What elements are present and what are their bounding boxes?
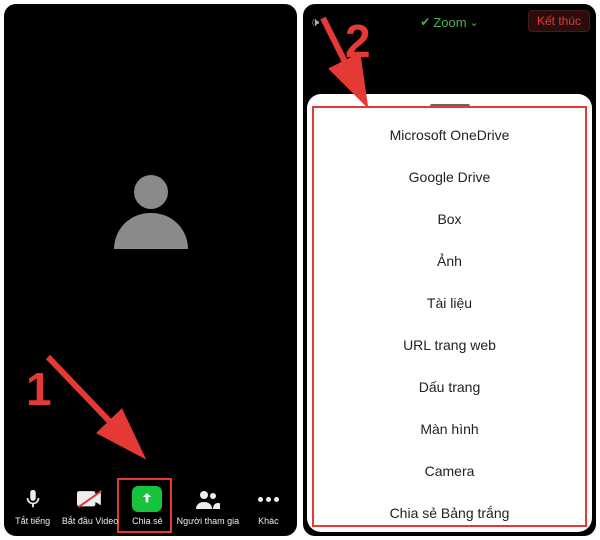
more-label: Khác <box>258 516 279 526</box>
mute-label: Tắt tiếng <box>15 516 50 526</box>
participants-icon <box>195 486 221 512</box>
person-icon <box>109 175 193 259</box>
chevron-down-icon: ⌄ <box>470 16 479 29</box>
camera-off-icon <box>77 486 103 512</box>
share-option-url[interactable]: URL trang web <box>307 324 592 366</box>
mute-button[interactable]: Tắt tiếng <box>9 486 57 526</box>
video-label: Bắt đầu Video <box>62 516 118 526</box>
participants-label: Người tham gia <box>177 516 239 526</box>
share-sheet: Microsoft OneDrive Google Drive Box Ảnh … <box>307 94 592 532</box>
share-option-bookmark[interactable]: Dấu trang <box>307 366 592 408</box>
share-option-photos[interactable]: Ảnh <box>307 240 592 282</box>
annotation-arrow-2 <box>311 12 401 117</box>
share-option-whiteboard[interactable]: Chia sẻ Bảng trắng <box>307 492 592 534</box>
share-option-box[interactable]: Box <box>307 198 592 240</box>
annotation-arrow-1 <box>42 351 162 476</box>
shield-icon: ✔ <box>420 15 430 29</box>
more-button[interactable]: Khác <box>244 486 292 526</box>
bottom-toolbar: Tắt tiếng Bắt đầu Video Chia sẻ Người th… <box>4 482 297 532</box>
share-option-list: Microsoft OneDrive Google Drive Box Ảnh … <box>307 114 592 534</box>
share-label: Chia sẻ <box>132 516 163 526</box>
share-option-documents[interactable]: Tài liệu <box>307 282 592 324</box>
share-option-onedrive[interactable]: Microsoft OneDrive <box>307 114 592 156</box>
share-button[interactable]: Chia sẻ <box>123 486 171 526</box>
more-icon <box>255 486 281 512</box>
share-icon <box>132 486 162 512</box>
zoom-dropdown[interactable]: ✔ Zoom ⌄ <box>420 15 479 30</box>
share-option-screen[interactable]: Màn hình <box>307 408 592 450</box>
participant-avatar <box>109 175 193 259</box>
share-option-googledrive[interactable]: Google Drive <box>307 156 592 198</box>
sheet-handle[interactable] <box>430 104 470 108</box>
mic-icon <box>20 486 46 512</box>
share-option-camera[interactable]: Camera <box>307 450 592 492</box>
zoom-label: Zoom <box>433 15 466 30</box>
right-screen: 🕩 ✔ Zoom ⌄ Kết thúc Microsoft OneDrive G… <box>303 4 596 536</box>
end-button[interactable]: Kết thúc <box>528 10 590 32</box>
video-button[interactable]: Bắt đầu Video <box>62 486 118 526</box>
left-screen: Tắt tiếng Bắt đầu Video Chia sẻ Người th… <box>4 4 297 536</box>
participants-button[interactable]: Người tham gia <box>177 486 239 526</box>
